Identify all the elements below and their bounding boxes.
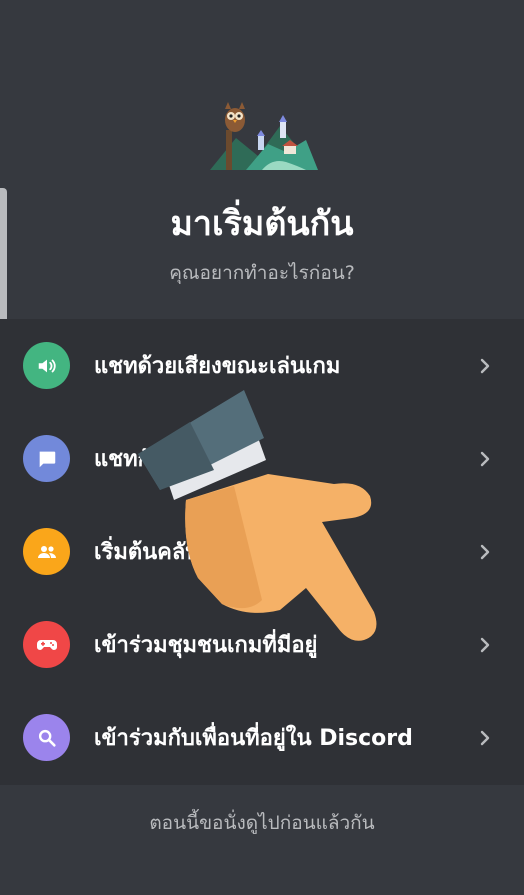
- page-subtitle: คุณอยากทำอะไรก่อน?: [169, 262, 355, 284]
- chat-bubble-icon: [23, 435, 70, 482]
- option-label: เริ่มต้นคลับ: [94, 540, 200, 565]
- people-icon: [23, 528, 70, 575]
- owl-landscape-illustration: [210, 102, 318, 170]
- chevron-right-icon: [480, 730, 490, 745]
- chevron-right-icon: [480, 451, 490, 466]
- speaker-icon: [23, 342, 70, 389]
- chevron-right-icon: [480, 544, 490, 559]
- option-label: เข้าร่วมกับเพื่อนที่อยู่ใน Discord: [94, 726, 413, 751]
- page-title: มาเริ่มต้นกัน: [170, 204, 354, 244]
- option-label: แชทกับเพื่อนๆ: [94, 447, 227, 472]
- option-start-club[interactable]: เริ่มต้นคลับ: [0, 505, 524, 598]
- chevron-right-icon: [480, 637, 490, 652]
- options-list: แชทด้วยเสียงขณะเล่นเกม แชทกับเพื่อนๆ เริ…: [0, 319, 524, 785]
- option-chat-with-friends[interactable]: แชทกับเพื่อนๆ: [0, 412, 524, 505]
- chevron-right-icon: [480, 358, 490, 373]
- option-join-friends-on-discord[interactable]: เข้าร่วมกับเพื่อนที่อยู่ใน Discord: [0, 691, 524, 784]
- gamepad-icon: [23, 621, 70, 668]
- option-voice-chat-gaming[interactable]: แชทด้วยเสียงขณะเล่นเกม: [0, 319, 524, 412]
- option-label: แชทด้วยเสียงขณะเล่นเกม: [94, 354, 341, 379]
- option-label: เข้าร่วมชุมชนเกมที่มีอยู่: [94, 633, 318, 658]
- option-join-gaming-community[interactable]: เข้าร่วมชุมชนเกมที่มีอยู่: [0, 598, 524, 691]
- search-icon: [23, 714, 70, 761]
- skip-for-now-link[interactable]: ตอนนี้ขอนั่งดูไปก่อนแล้วกัน: [0, 808, 524, 838]
